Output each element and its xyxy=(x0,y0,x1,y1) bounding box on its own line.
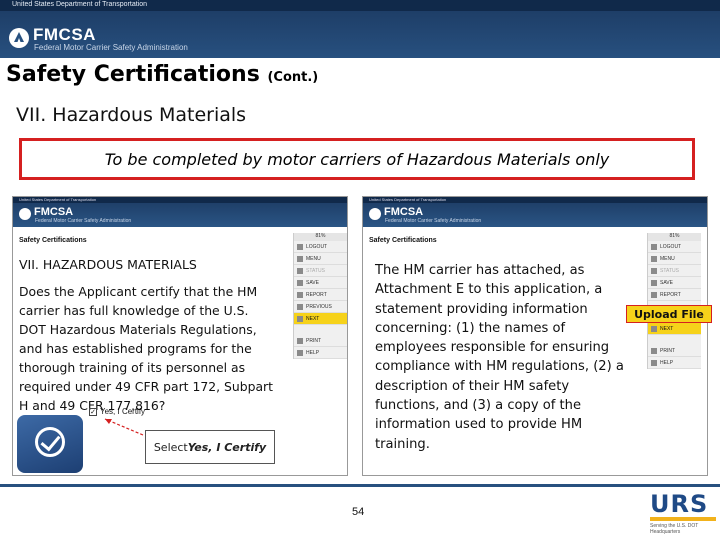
urs-logo: URS Serving the U.S. DOT Headquarters xyxy=(650,490,716,535)
left-screenshot: United States Department of Transportati… xyxy=(12,196,348,476)
mini-subtitle: Federal Motor Carrier Safety Administrat… xyxy=(385,218,482,224)
select-callout: Select Yes, I Certify xyxy=(145,430,275,464)
menu-next[interactable]: NEXT xyxy=(648,323,701,335)
menu-help[interactable]: HELP xyxy=(294,347,347,359)
progress-indicator: 81% xyxy=(648,233,701,241)
right-screenshot: United States Department of Transportati… xyxy=(362,196,708,476)
urs-logo-text: URS xyxy=(650,490,709,518)
menu-previous[interactable]: PREVIOUS xyxy=(294,301,347,313)
mini-page-title: Safety Certifications xyxy=(369,237,437,244)
menu-logout[interactable]: LOGOUT xyxy=(648,241,701,253)
agency-name: United States Department of Transportati… xyxy=(12,1,148,8)
menu-save[interactable]: SAVE xyxy=(294,277,347,289)
mini-brand: FMCSA xyxy=(384,206,424,218)
fmcsa-logo-icon xyxy=(9,28,29,48)
menu-status[interactable]: STATUS xyxy=(294,265,347,277)
brand-subtitle: Federal Motor Carrier Safety Administrat… xyxy=(34,43,188,52)
menu-menu[interactable]: MENU xyxy=(294,253,347,265)
footer-divider xyxy=(0,484,720,487)
menu-status[interactable]: STATUS xyxy=(648,265,701,277)
menu-next[interactable]: NEXT xyxy=(294,313,347,325)
brand-name: FMCSA xyxy=(33,25,96,44)
menu-menu[interactable]: MENU xyxy=(648,253,701,265)
callout-prefix: Select xyxy=(153,440,188,454)
slide-title-suffix: (Cont.) xyxy=(267,70,319,85)
upload-file-button[interactable]: Upload File xyxy=(626,305,712,323)
side-menu: 81% LOGOUT MENU STATUS SAVE REPORT PREVI… xyxy=(647,233,701,369)
menu-help[interactable]: HELP xyxy=(648,357,701,369)
menu-logout[interactable]: LOGOUT xyxy=(294,241,347,253)
header-bar: United States Department of Transportati… xyxy=(0,0,720,58)
progress-indicator: 81% xyxy=(294,233,347,241)
notice-banner: To be completed by motor carriers of Haz… xyxy=(19,138,695,180)
menu-print[interactable]: PRINT xyxy=(294,335,347,347)
side-menu: 81% LOGOUT MENU STATUS SAVE REPORT PREVI… xyxy=(293,233,347,359)
menu-print[interactable]: PRINT xyxy=(648,345,701,357)
menu-report[interactable]: REPORT xyxy=(648,289,701,301)
menu-save[interactable]: SAVE xyxy=(648,277,701,289)
slide-title-text: Safety Certifications xyxy=(6,62,260,87)
urs-tagline: Serving the U.S. DOT Headquarters xyxy=(650,523,699,535)
banner-text: To be completed by motor carriers of Haz… xyxy=(104,149,610,169)
page-number: 54 xyxy=(352,506,365,518)
callout-bold: Yes, I Certify xyxy=(187,440,267,454)
attachment-statement: The HM carrier has attached, as Attachme… xyxy=(375,263,624,452)
agency-strip: United States Department of Transportati… xyxy=(0,0,720,11)
section-heading: VII. Hazardous Materials xyxy=(16,104,247,126)
mini-agency: United States Department of Transportati… xyxy=(363,197,707,203)
mini-logo-icon xyxy=(369,208,381,220)
menu-report[interactable]: REPORT xyxy=(294,289,347,301)
mini-header: United States Department of Transportati… xyxy=(363,197,707,227)
slide-title: Safety Certifications (Cont.) xyxy=(6,62,318,87)
